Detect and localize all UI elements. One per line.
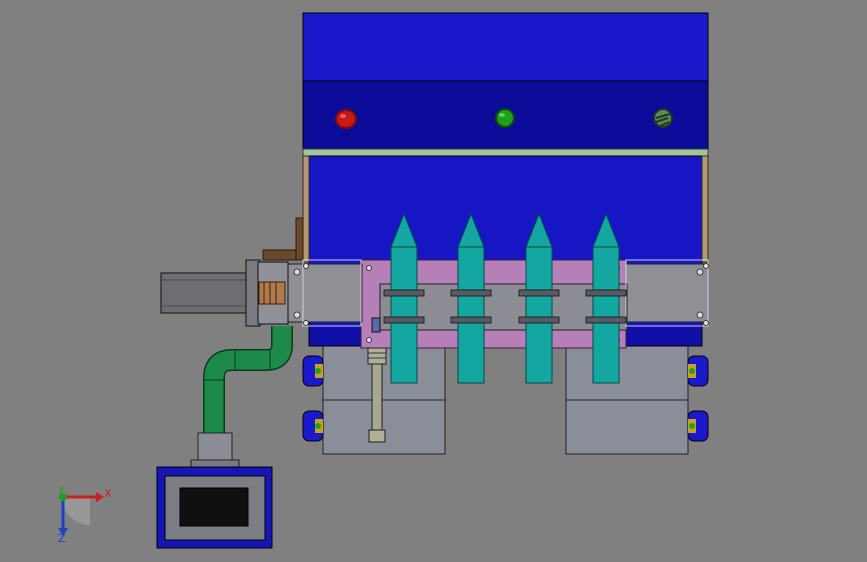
frame-right-post [701,155,709,263]
selector-knob-icon[interactable] [653,108,673,128]
nozzle-3[interactable] [525,212,553,384]
block-left-lower [322,399,446,455]
nozzle-4[interactable] [592,212,620,384]
hopper-neck [197,432,233,462]
indicator-light-red-icon[interactable] [335,109,357,129]
coupling-icon [258,281,286,305]
cabinet-top-panel [302,12,709,82]
nozzle-2[interactable] [457,212,485,384]
cad-viewport[interactable]: X Y Z [0,0,867,562]
axis-y-label: Y [57,484,65,497]
port-left-upper-icon[interactable] [302,355,324,387]
indicator-light-green-icon[interactable] [495,108,515,128]
frame-top-rail [302,148,709,157]
plate-right-grey [625,263,709,323]
block-right-upper [565,345,689,401]
motor-body [160,272,248,314]
bracket-left-vertical [295,217,304,261]
hopper-opening [179,487,249,527]
frame-left-post [302,155,310,263]
axis-z-label: Z [58,532,66,545]
axis-x-label: X [104,487,112,500]
port-right-upper-icon[interactable] [687,355,709,387]
port-left-lower-icon[interactable] [302,410,324,442]
port-right-lower-icon[interactable] [687,410,709,442]
nozzle-1[interactable] [390,212,418,384]
block-right-lower [565,399,689,455]
